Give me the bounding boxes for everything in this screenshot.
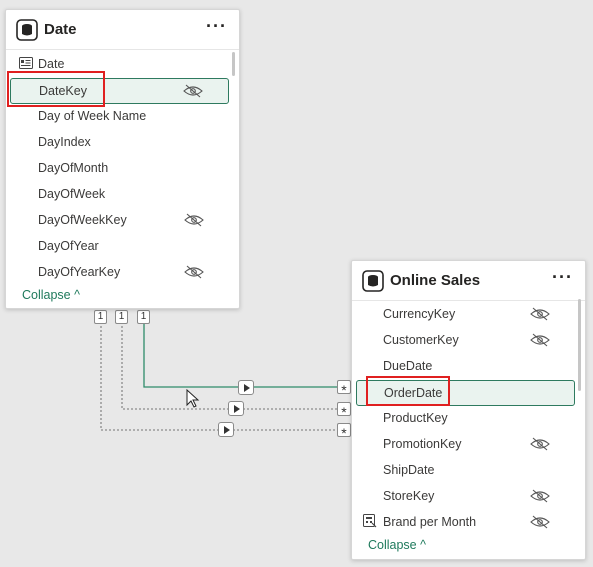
- field-label: DayOfYear: [38, 239, 99, 253]
- table-title: Date: [44, 21, 77, 38]
- field-label: OrderDate: [384, 386, 443, 400]
- mouse-cursor-icon: [186, 389, 200, 408]
- cardinality-many-badge: *: [337, 380, 351, 398]
- cardinality-one-badge: 1: [115, 310, 128, 324]
- relationship-line-inactive-2: [100, 322, 345, 431]
- field-label: ProductKey: [383, 411, 448, 425]
- field-dayindex[interactable]: DayIndex: [12, 129, 230, 155]
- filter-direction-arrow[interactable]: [238, 380, 254, 395]
- relationship-line-active: [143, 322, 345, 388]
- cardinality-one-badge: 1: [94, 310, 107, 324]
- field-customerkey[interactable]: CustomerKey: [358, 327, 576, 353]
- field-label: PromotionKey: [383, 437, 462, 451]
- field-day-of-week-name[interactable]: Day of Week Name: [12, 103, 230, 129]
- cardinality-many-badge: *: [337, 423, 351, 441]
- collapse-button[interactable]: Collapse ^: [368, 538, 426, 552]
- field-label: CustomerKey: [383, 333, 459, 347]
- play-icon: [224, 426, 230, 434]
- table-header[interactable]: Date ···: [6, 10, 239, 50]
- field-label: DayOfYearKey: [38, 265, 121, 279]
- field-label: DayOfWeek: [38, 187, 106, 201]
- date-table-card[interactable]: Date ··· Date DateKey Day of Week Name D…: [5, 9, 240, 309]
- scrollbar-thumb[interactable]: [232, 52, 235, 76]
- field-label: ShipDate: [383, 463, 435, 477]
- field-label: DayIndex: [38, 135, 91, 149]
- field-dayofyearkey[interactable]: DayOfYearKey: [12, 259, 230, 285]
- play-icon: [234, 405, 240, 413]
- field-datekey[interactable]: DateKey: [10, 78, 229, 104]
- cardinality-one-badge: 1: [137, 310, 150, 324]
- field-label: Brand per Month: [383, 515, 477, 529]
- field-label: CurrencyKey: [383, 307, 456, 321]
- hidden-eye-icon: [530, 489, 550, 503]
- hidden-eye-icon: [530, 515, 550, 529]
- field-storekey[interactable]: StoreKey: [358, 483, 576, 509]
- hidden-eye-icon: [530, 437, 550, 451]
- play-icon: [244, 384, 250, 392]
- field-label: DayOfWeekKey: [38, 213, 127, 227]
- field-duedate[interactable]: DueDate: [358, 353, 576, 379]
- online-sales-table-card[interactable]: Online Sales ··· CurrencyKey CustomerKey…: [351, 260, 586, 560]
- field-currencykey[interactable]: CurrencyKey: [358, 301, 576, 327]
- hidden-eye-icon: [184, 213, 204, 227]
- field-dayofmonth[interactable]: DayOfMonth: [12, 155, 230, 181]
- field-dayofweekkey[interactable]: DayOfWeekKey: [12, 207, 230, 233]
- filter-direction-arrow[interactable]: [228, 401, 244, 416]
- header-divider: [6, 49, 239, 50]
- field-label: Date: [38, 57, 65, 71]
- measure-icon: [363, 514, 377, 528]
- more-options-button[interactable]: ···: [552, 267, 573, 288]
- table-header[interactable]: Online Sales ···: [352, 261, 585, 301]
- field-brand-per-month[interactable]: Brand per Month: [358, 509, 576, 535]
- field-orderdate[interactable]: OrderDate: [356, 380, 575, 406]
- field-promotionkey[interactable]: PromotionKey: [358, 431, 576, 457]
- field-label: DateKey: [39, 84, 87, 98]
- field-label: DayOfMonth: [38, 161, 109, 175]
- field-label: StoreKey: [383, 489, 435, 503]
- scrollbar-thumb[interactable]: [578, 299, 581, 391]
- field-dayofweek[interactable]: DayOfWeek: [12, 181, 230, 207]
- cardinality-many-badge: *: [337, 402, 351, 420]
- hidden-eye-icon: [530, 307, 550, 321]
- field-date[interactable]: Date: [12, 51, 230, 77]
- table-title: Online Sales: [390, 272, 481, 289]
- hidden-eye-icon: [184, 265, 204, 279]
- table-icon: [16, 19, 38, 41]
- field-label: Day of Week Name: [38, 109, 147, 123]
- field-dayofyear[interactable]: DayOfYear: [12, 233, 230, 259]
- more-options-button[interactable]: ···: [206, 16, 227, 37]
- relationship-line-inactive-1: [121, 322, 345, 410]
- hidden-eye-icon: [183, 84, 203, 98]
- field-shipdate[interactable]: ShipDate: [358, 457, 576, 483]
- filter-direction-arrow[interactable]: [218, 422, 234, 437]
- hidden-eye-icon: [530, 333, 550, 347]
- calendar-field-icon: [19, 57, 33, 69]
- field-productkey[interactable]: ProductKey: [358, 405, 576, 431]
- table-icon: [362, 270, 384, 292]
- collapse-button[interactable]: Collapse ^: [22, 288, 80, 302]
- field-label: DueDate: [383, 359, 433, 373]
